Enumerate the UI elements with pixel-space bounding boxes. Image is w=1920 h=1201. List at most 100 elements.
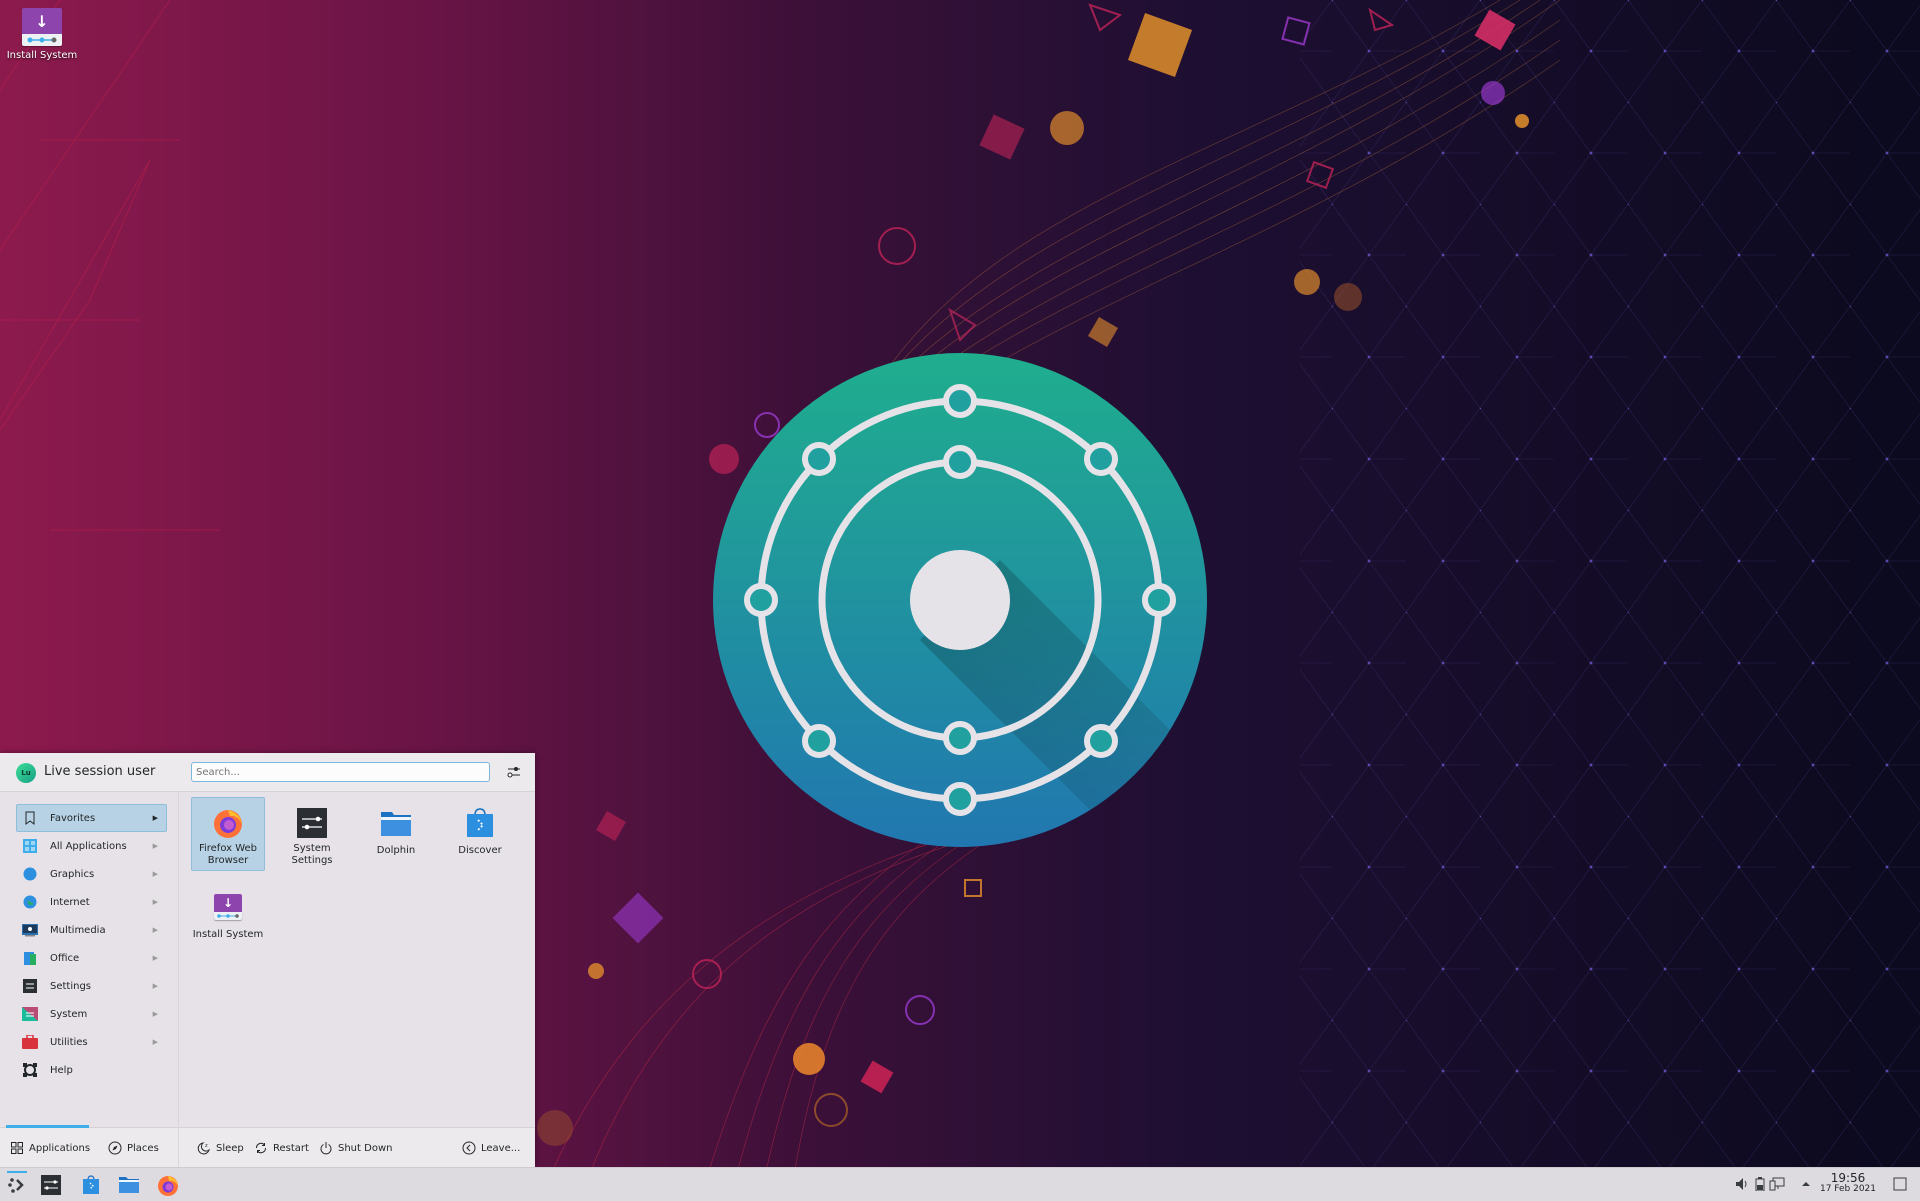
category-internet[interactable]: Internet ▶ (16, 888, 167, 916)
launcher-header: Lu Live session user (0, 753, 535, 792)
category-office[interactable]: Office ▶ (16, 944, 167, 972)
discover-icon (83, 1174, 99, 1194)
compass-icon (108, 1141, 122, 1155)
show-desktop-icon (1893, 1177, 1907, 1191)
leave-icon (462, 1141, 476, 1155)
configure-button[interactable] (503, 763, 525, 781)
category-label: Help (50, 1064, 73, 1076)
category-settings[interactable]: Settings ▶ (16, 972, 167, 1000)
favorite-system-settings[interactable]: System Settings (275, 797, 349, 871)
active-tab-indicator (6, 1125, 89, 1128)
search-input[interactable] (191, 762, 490, 782)
category-label: Multimedia (50, 924, 106, 936)
action-label: Shut Down (338, 1142, 393, 1154)
task-firefox[interactable] (153, 1171, 183, 1198)
internet-icon (22, 894, 38, 910)
application-launcher-icon (8, 1177, 24, 1193)
chevron-right-icon: ▶ (152, 1038, 158, 1046)
desktop-icon-install-system[interactable]: ↓ Install System (4, 8, 80, 61)
discover-icon (464, 807, 496, 839)
firefox-icon (212, 807, 244, 839)
desktop-icon-label: Install System (6, 50, 78, 61)
chevron-right-icon: ▶ (152, 842, 158, 850)
volume-icon (1736, 1178, 1747, 1190)
leave-button[interactable]: Leave... (462, 1141, 520, 1155)
expand-tray-button[interactable] (1799, 1175, 1813, 1193)
category-utilities[interactable]: Utilities ▶ (16, 1028, 167, 1056)
show-desktop-button[interactable] (1890, 1175, 1910, 1193)
favorite-discover[interactable]: Discover (443, 797, 517, 871)
restart-icon (254, 1141, 268, 1155)
avatar[interactable]: Lu (16, 763, 36, 783)
app-label: Install System (192, 929, 264, 940)
bookmark-icon (22, 810, 38, 826)
favorite-install-system[interactable]: ↓ Install System (191, 881, 265, 955)
chevron-right-icon: ▶ (152, 982, 158, 990)
tab-applications[interactable]: Applications (10, 1141, 90, 1155)
category-label: Office (50, 952, 80, 964)
category-label: System (50, 1008, 88, 1020)
app-label: Discover (458, 845, 502, 856)
svg-text:z: z (205, 1143, 208, 1149)
application-launcher-menu: Lu Live session user Favorites ▶ All App… (0, 753, 535, 1168)
user-name: Live session user (44, 764, 156, 779)
app-label: System Settings (291, 843, 333, 866)
category-all-applications[interactable]: All Applications ▶ (16, 832, 167, 860)
dolphin-folder-icon (380, 807, 412, 839)
configure-icon (507, 767, 520, 778)
chevron-right-icon: ▶ (152, 954, 158, 962)
chevron-right-icon: ▶ (152, 814, 158, 822)
sleep-icon: z (197, 1141, 211, 1155)
utilities-icon (22, 1034, 38, 1050)
shutdown-button[interactable]: Shut Down (319, 1141, 392, 1155)
application-launcher-button[interactable] (1, 1171, 31, 1198)
chevron-up-icon (1802, 1182, 1810, 1186)
category-sidebar: Favorites ▶ All Applications ▶ Graphics … (0, 792, 179, 1126)
graphics-icon (22, 866, 38, 882)
system-settings-icon (41, 1174, 61, 1195)
favorite-dolphin[interactable]: Dolphin (359, 797, 433, 871)
battery-tray-button[interactable] (1753, 1175, 1767, 1193)
volume-tray-button[interactable] (1733, 1175, 1751, 1193)
category-favorites[interactable]: Favorites ▶ (16, 804, 167, 832)
multimedia-icon (22, 922, 38, 938)
category-label: All Applications (50, 840, 127, 852)
clock-time: 19:56 (1830, 1171, 1866, 1185)
category-label: Settings (50, 980, 92, 992)
favorite-firefox[interactable]: Firefox Web Browser (191, 797, 265, 871)
task-dolphin[interactable] (114, 1171, 144, 1198)
system-icon (22, 1006, 38, 1022)
category-label: Utilities (50, 1036, 88, 1048)
sleep-button[interactable]: z Sleep (197, 1141, 244, 1155)
category-help[interactable]: Help (16, 1056, 167, 1084)
network-tray-button[interactable] (1768, 1175, 1786, 1193)
footer-divider (178, 1128, 179, 1168)
task-discover[interactable] (76, 1171, 106, 1198)
tab-places[interactable]: Places (108, 1141, 159, 1155)
install-system-icon: ↓ (22, 8, 62, 46)
shutdown-icon (319, 1141, 333, 1155)
taskbar: 19:56 17 Feb 2021 (0, 1167, 1920, 1201)
help-icon (22, 1062, 38, 1078)
category-multimedia[interactable]: Multimedia ▶ (16, 916, 167, 944)
app-label: Firefox Web Browser (198, 843, 258, 866)
restart-button[interactable]: Restart (254, 1141, 309, 1155)
active-indicator (7, 1171, 27, 1173)
launcher-footer: Applications Places z Sleep Restart Shut… (0, 1125, 535, 1168)
category-graphics[interactable]: Graphics ▶ (16, 860, 167, 888)
category-system[interactable]: System ▶ (16, 1000, 167, 1028)
tab-label: Applications (29, 1142, 91, 1154)
office-icon (22, 950, 38, 966)
app-label: Dolphin (376, 845, 416, 856)
digital-clock[interactable]: 19:56 17 Feb 2021 (1818, 1172, 1878, 1195)
battery-icon (1755, 1177, 1765, 1191)
task-system-settings[interactable] (36, 1171, 66, 1198)
chevron-right-icon: ▶ (152, 926, 158, 934)
category-label: Internet (50, 896, 90, 908)
chevron-right-icon: ▶ (152, 1010, 158, 1018)
category-label: Favorites (50, 812, 96, 824)
action-label: Sleep (216, 1142, 244, 1154)
action-label: Leave... (481, 1142, 521, 1154)
system-settings-icon (296, 807, 328, 839)
category-label: Graphics (50, 868, 95, 880)
